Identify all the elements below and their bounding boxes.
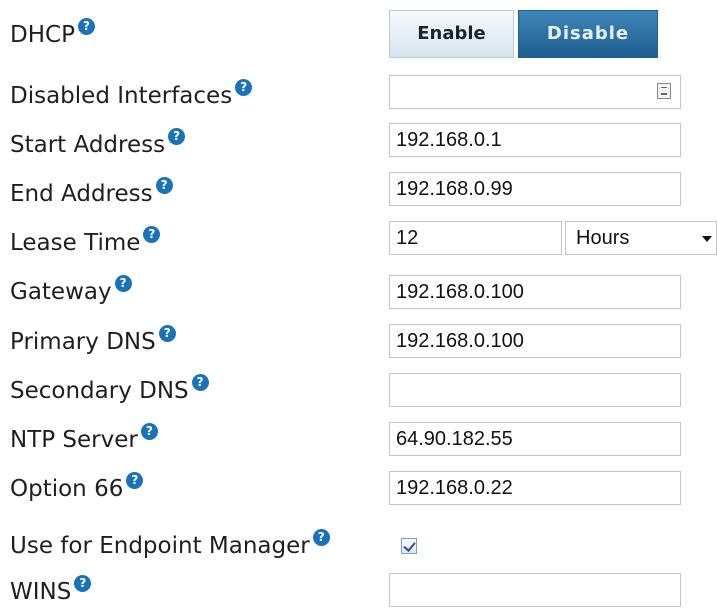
gateway-field[interactable]: 192.168.0.100 — [389, 275, 681, 309]
checkmark-icon — [403, 539, 416, 552]
interface-picker-icon[interactable] — [657, 83, 671, 99]
ntp-server-label: NTP Server? — [10, 423, 158, 455]
help-icon[interactable]: ? — [191, 374, 209, 391]
dhcp-enable-button[interactable]: Enable — [389, 10, 514, 58]
help-icon[interactable]: ? — [114, 275, 132, 292]
secondary-dns-field[interactable] — [389, 373, 681, 407]
dhcp-label: DHCP? — [10, 18, 95, 50]
help-icon[interactable]: ? — [168, 128, 186, 145]
wins-field[interactable] — [389, 573, 681, 607]
gateway-label: Gateway? — [10, 275, 132, 307]
ntp-server-field[interactable]: 64.90.182.55 — [389, 422, 681, 456]
primary-dns-field[interactable]: 192.168.0.100 — [389, 324, 681, 358]
help-icon[interactable]: ? — [312, 529, 330, 546]
option66-label: Option 66? — [10, 472, 144, 504]
chevron-down-icon — [702, 236, 712, 242]
help-icon[interactable]: ? — [77, 18, 95, 35]
disabled-interfaces-field[interactable] — [389, 75, 681, 109]
start-address-label: Start Address? — [10, 128, 186, 160]
dhcp-disable-button[interactable]: Disable — [518, 10, 658, 58]
help-icon[interactable]: ? — [155, 177, 173, 194]
wins-label: WINS? — [10, 575, 92, 607]
help-icon[interactable]: ? — [143, 226, 161, 243]
help-icon[interactable]: ? — [140, 423, 158, 440]
help-icon[interactable]: ? — [235, 79, 253, 96]
help-icon[interactable]: ? — [74, 575, 92, 592]
lease-time-label: Lease Time? — [10, 226, 161, 258]
disabled-interfaces-label: Disabled Interfaces? — [10, 79, 253, 111]
help-icon[interactable]: ? — [158, 325, 176, 342]
start-address-field[interactable]: 192.168.0.1 — [389, 123, 681, 157]
endpoint-manager-checkbox[interactable] — [401, 538, 417, 554]
primary-dns-label: Primary DNS? — [10, 325, 176, 357]
secondary-dns-label: Secondary DNS? — [10, 374, 209, 406]
endpoint-manager-label: Use for Endpoint Manager? — [10, 529, 330, 561]
end-address-label: End Address? — [10, 177, 173, 209]
option66-field[interactable]: 192.168.0.22 — [389, 471, 681, 505]
lease-time-field[interactable]: 12 — [389, 221, 562, 255]
help-icon[interactable]: ? — [126, 472, 144, 489]
end-address-field[interactable]: 192.168.0.99 — [389, 172, 681, 206]
lease-time-unit-select[interactable]: Hours — [565, 221, 717, 255]
